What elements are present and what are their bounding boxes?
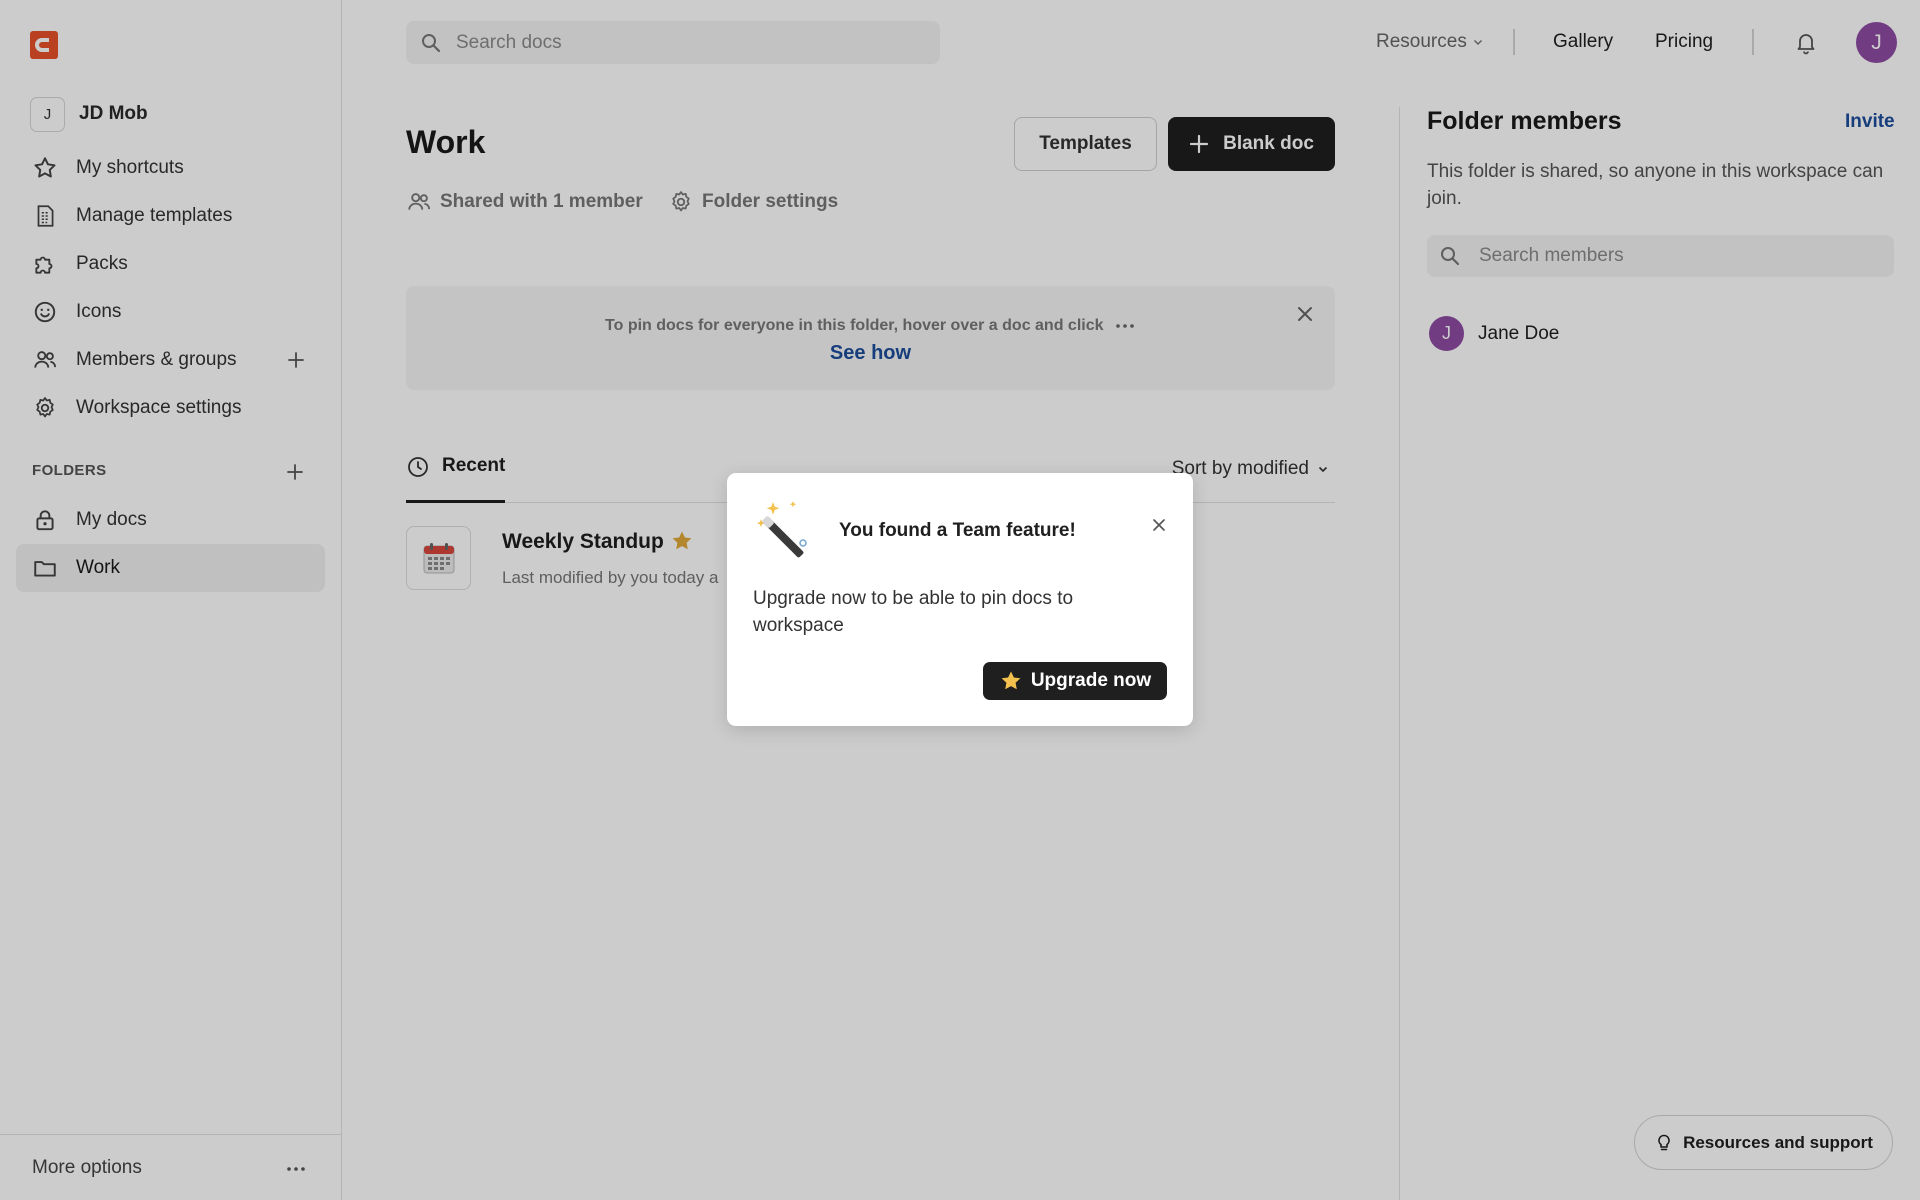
star-filled-icon (1001, 671, 1021, 690)
popup-title: You found a Team feature! (839, 520, 1076, 541)
popup-body: Upgrade now to be able to pin docs to wo… (753, 588, 1074, 636)
close-icon[interactable] (1151, 517, 1167, 533)
team-feature-popup: You found a Team feature! Upgrade now to… (727, 473, 1193, 726)
upgrade-now-button[interactable]: Upgrade now (983, 662, 1167, 700)
upgrade-now-label: Upgrade now (1030, 670, 1152, 691)
magic-wand-icon (756, 501, 807, 558)
